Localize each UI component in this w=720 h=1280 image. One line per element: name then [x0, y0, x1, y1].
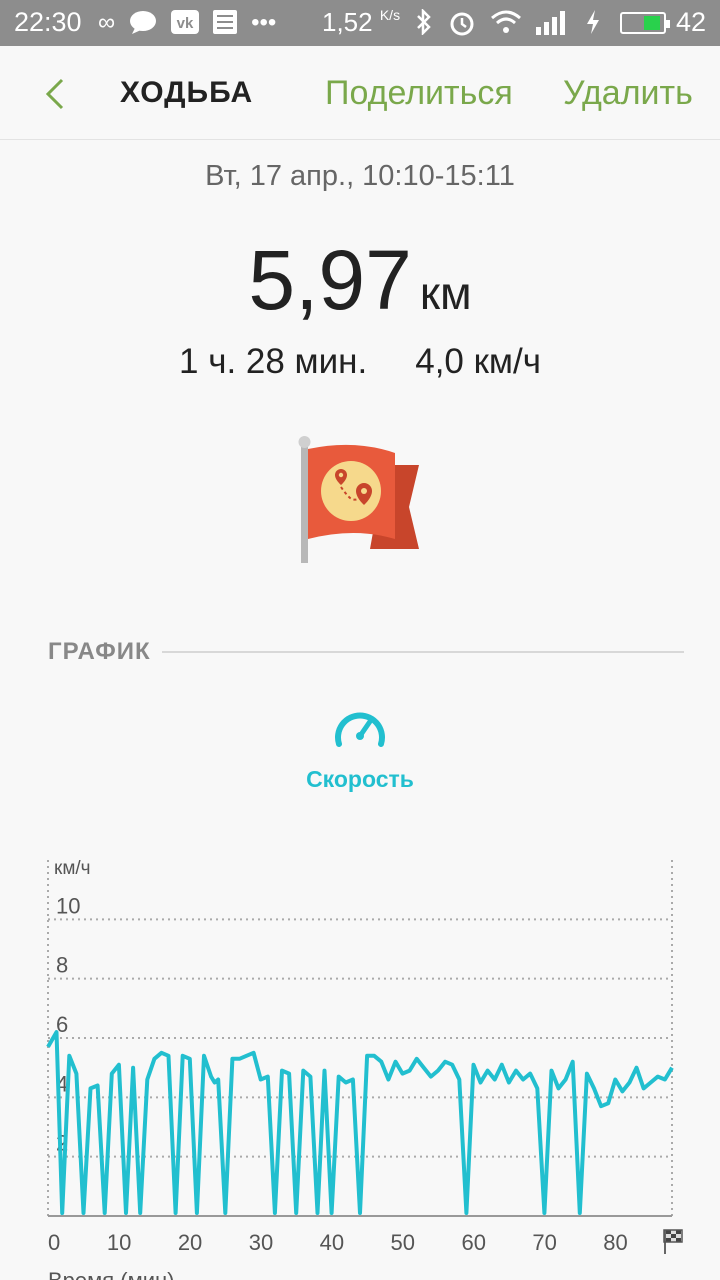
workout-stats: 1 ч. 28 мин. 4,0 км/ч	[0, 342, 720, 382]
route-flag-icon	[298, 436, 419, 563]
finish-flag-icon	[663, 1229, 683, 1254]
section-divider	[162, 651, 684, 653]
workout-distance: 5,97 км	[0, 232, 720, 329]
action-bar: ХОДЬБА Поделиться Удалить	[0, 46, 720, 140]
workout-duration: 1 ч. 28 мин.	[179, 342, 368, 381]
list-icon	[213, 10, 238, 36]
infinity-icon: ∞	[98, 9, 116, 36]
charging-icon	[584, 9, 602, 35]
x-tick-label: 70	[532, 1230, 556, 1255]
delete-button[interactable]: Удалить	[563, 74, 693, 113]
speedometer-icon[interactable]	[333, 704, 387, 748]
vk-icon: vk	[171, 10, 200, 36]
chat-bubble-icon	[129, 10, 157, 36]
y-tick-label: 8	[56, 953, 68, 978]
share-button[interactable]: Поделиться	[325, 74, 513, 113]
battery-icon	[620, 12, 670, 34]
network-speed: 1,52 K/s	[322, 7, 401, 37]
x-tick-label: 80	[603, 1230, 627, 1255]
x-tick-label: 50	[391, 1230, 415, 1255]
x-tick-label: 60	[461, 1230, 485, 1255]
speed-metric-tab[interactable]: Скорость	[0, 766, 720, 793]
y-tick-label: 10	[56, 893, 80, 918]
x-tick-label: 20	[178, 1230, 202, 1255]
x-tick-label: 0	[48, 1230, 60, 1255]
x-tick-label: 30	[249, 1230, 273, 1255]
battery-level: 42	[676, 7, 707, 37]
page-title: ХОДЬБА	[120, 76, 254, 109]
signal-icon	[536, 9, 570, 35]
y-axis-label: км/ч	[54, 858, 91, 879]
distance-value: 5,97	[248, 233, 412, 327]
bluetooth-icon	[414, 7, 434, 37]
x-axis-title: Время (мин)	[48, 1268, 175, 1280]
speed-chart: 108642 0 10 20 30 40 50 60 70 80 км/ч	[46, 858, 683, 1255]
x-tick-label: 40	[320, 1230, 344, 1255]
graph-section-label: ГРАФИК	[48, 638, 151, 665]
alarm-icon	[448, 9, 476, 36]
x-tick-label: 10	[107, 1230, 131, 1255]
wifi-icon	[490, 9, 522, 35]
speed-series-line	[46, 1030, 674, 1215]
workout-date: Вт, 17 апр., 10:10-15:11	[205, 160, 515, 192]
distance-unit: км	[419, 267, 472, 319]
status-bar: 22:30 ∞ vk ••• 1,52 K/s 42	[0, 0, 720, 46]
more-icon: •••	[251, 9, 277, 36]
status-time: 22:30	[14, 7, 82, 37]
svg-text:vk: vk	[177, 15, 194, 32]
back-button[interactable]	[40, 74, 80, 114]
workout-avg-speed: 4,0 км/ч	[415, 342, 541, 381]
chevron-left-icon	[45, 78, 64, 110]
